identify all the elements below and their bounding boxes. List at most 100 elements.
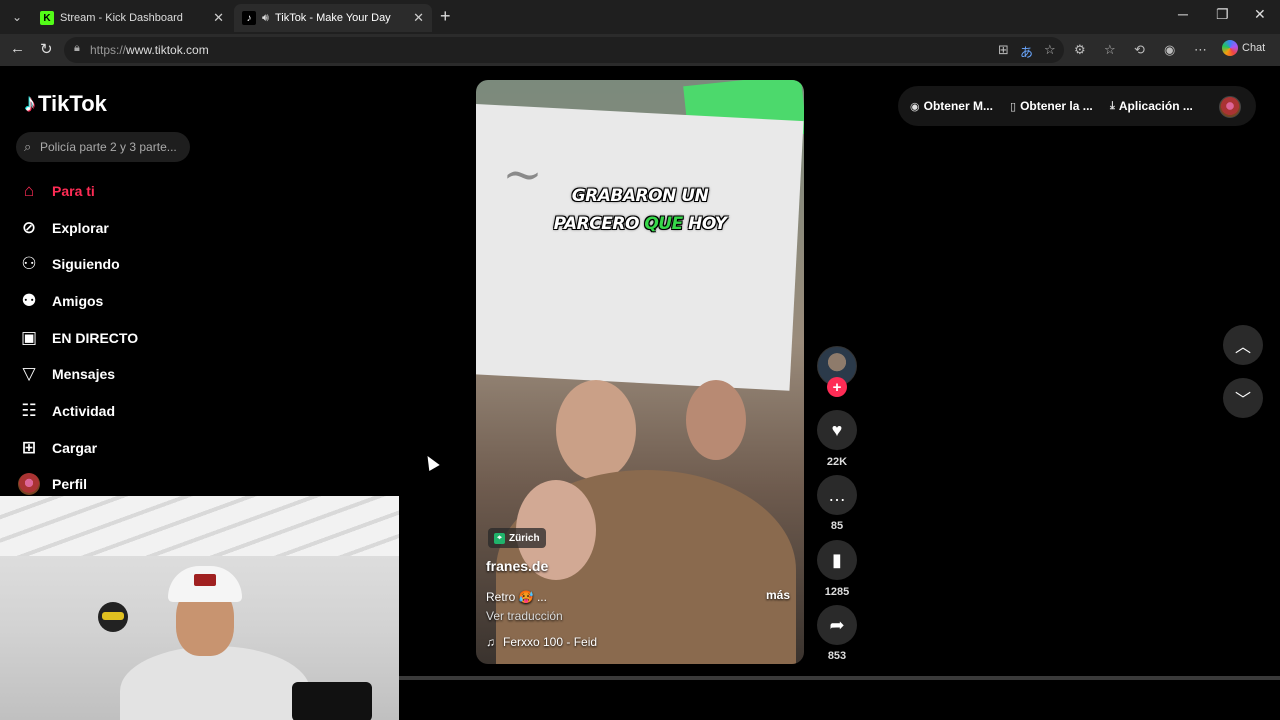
sidebar-item-label: Perfil <box>52 476 88 492</box>
following-icon: ⚇ <box>21 254 37 273</box>
sidebar-item-perfil[interactable]: Perfil <box>18 470 218 498</box>
more-options-icon[interactable]: ⋯ <box>1194 42 1207 58</box>
translate-icon[interactable]: あ <box>1020 42 1033 61</box>
url-text: https://www.tiktok.com <box>90 43 209 57</box>
location-badge[interactable]: ⌖ Zürich <box>488 528 546 548</box>
tab-kick-dashboard[interactable]: K Stream - Kick Dashboard ✕ <box>32 4 232 32</box>
sidebar-item-para-ti[interactable]: ⌂ Para ti <box>18 177 218 205</box>
friends-icon: ⚉ <box>21 291 37 310</box>
caption-line-1: GRABARON UN <box>571 186 709 206</box>
tab-tiktok[interactable]: ♪ 🔊︎ TikTok - Make Your Day ✕ <box>234 4 432 32</box>
like-button[interactable]: ♥ <box>817 410 857 450</box>
get-coins-button[interactable]: ◉ Obtener M... <box>910 99 993 113</box>
sidebar-item-label: Amigos <box>52 293 104 309</box>
webcam-person-cap <box>168 566 242 602</box>
compass-icon: ⊘ <box>21 218 37 237</box>
sidebar-item-cargar[interactable]: ⊞ Cargar <box>18 434 218 462</box>
copilot-icon <box>1222 40 1238 56</box>
video-player[interactable]: ~ GRABARON UN PARCERO QUE HOY ⌖ Zürich f… <box>476 80 804 664</box>
sidebar-item-label: Actividad <box>52 403 116 419</box>
cap-logo <box>194 574 216 586</box>
sidebar-item-label: Siguiendo <box>52 256 120 272</box>
window-close-icon[interactable]: ✕ <box>1254 6 1266 23</box>
reload-icon[interactable]: ↻ <box>40 40 53 58</box>
sidebar-item-label: Para ti <box>52 183 95 199</box>
minimize-icon[interactable]: ─ <box>1178 6 1188 22</box>
music-title: Ferxxo 100 - Feid <box>503 635 598 649</box>
location-pin-icon: ⌖ <box>494 532 505 544</box>
video-bg-face <box>686 380 746 460</box>
tiktok-logo[interactable]: ♪ TikTok <box>24 90 107 118</box>
video-description: Retro 🥵 ... <box>486 590 547 604</box>
close-tab-icon[interactable]: ✕ <box>213 10 224 26</box>
next-video-button[interactable]: ﹀ <box>1223 378 1263 418</box>
share-button[interactable]: ➦ <box>817 605 857 645</box>
search-box[interactable]: ⌕ <box>16 132 190 162</box>
translate-link[interactable]: Ver traducción <box>486 609 563 623</box>
kick-icon: K <box>40 11 54 25</box>
speaker-icon[interactable]: 🔊︎ <box>262 12 269 25</box>
tiktok-icon: ♪ <box>242 11 256 25</box>
sidebar-item-actividad[interactable]: ☷ Actividad <box>18 397 218 425</box>
upload-icon: ⊞ <box>21 438 37 457</box>
tiktok-note-icon: ♪ <box>24 90 36 117</box>
top-right-actions: ◉ Obtener M... ▯ Obtener la ... ⤓ Aplica… <box>898 86 1256 126</box>
close-tab-icon[interactable]: ✕ <box>413 10 424 26</box>
comment-icon: … <box>828 484 846 505</box>
copilot-chat-button[interactable]: Chat <box>1222 40 1265 56</box>
favorite-star-icon[interactable]: ☆ <box>1044 42 1056 58</box>
video-bg-sign: ~ <box>476 104 804 391</box>
sidebar-item-label: Cargar <box>52 440 98 456</box>
desktop-app-button[interactable]: ⤓ Aplicación ... <box>1110 99 1193 113</box>
phone-icon: ▯ <box>1010 100 1017 113</box>
previous-video-button[interactable]: ︿ <box>1223 325 1263 365</box>
live-icon: ▣ <box>20 328 38 347</box>
location-label: Zürich <box>509 532 540 544</box>
sidebar-item-mensajes[interactable]: ▽ Mensajes <box>18 360 218 388</box>
address-bar[interactable]: 🔒︎ https://www.tiktok.com <box>64 37 1064 63</box>
sidebar-item-siguiendo[interactable]: ⚇ Siguiendo <box>18 250 218 278</box>
share-arrow-icon: ➦ <box>829 614 845 635</box>
follow-plus-icon[interactable]: + <box>827 377 847 397</box>
logo-text: TikTok <box>38 91 107 116</box>
caption-line-2: PARCERO QUE HOY <box>553 214 727 234</box>
profile-avatar <box>18 473 40 495</box>
sidebar-item-label: Mensajes <box>52 366 116 382</box>
search-input[interactable] <box>40 137 184 157</box>
webcam-ceiling <box>0 496 399 556</box>
browser-toolbar: ← ↻ 🔒︎ https://www.tiktok.com ⊞ あ ☆ ⚙ ☆ … <box>0 34 1280 66</box>
tab-actions-menu-icon[interactable]: ⌄ <box>6 6 28 28</box>
save-count: 1285 <box>824 586 850 598</box>
sidebar-item-explorar[interactable]: ⊘ Explorar <box>18 214 218 242</box>
bookmark-icon: ▮ <box>832 549 842 570</box>
like-count: 22K <box>826 456 848 468</box>
webcam-person-body <box>120 646 310 720</box>
browser-tab-bar: ⌄ K Stream - Kick Dashboard ✕ ♪ 🔊︎ TikTo… <box>0 0 1280 34</box>
activity-icon: ☷ <box>21 401 37 420</box>
get-app-button[interactable]: ▯ Obtener la ... <box>1010 99 1093 113</box>
restore-icon[interactable]: ❐ <box>1216 6 1229 23</box>
music-link[interactable]: ♫ Ferxxo 100 - Feid <box>486 635 597 649</box>
video-bg-face <box>556 380 636 480</box>
new-tab-plus-icon[interactable]: + <box>440 6 451 27</box>
favorites-icon[interactable]: ☆ <box>1104 42 1116 58</box>
comment-button[interactable]: … <box>817 475 857 515</box>
history-icon[interactable]: ⟲ <box>1134 42 1145 58</box>
get-app-label: Obtener la ... <box>1020 99 1093 113</box>
profile-icon[interactable]: ◉ <box>1164 42 1175 58</box>
desktop-app-label: Aplicación ... <box>1118 99 1193 113</box>
more-button[interactable]: más <box>766 588 790 602</box>
share-count: 853 <box>827 650 847 662</box>
sidebar-item-label: Explorar <box>52 220 109 236</box>
sidebar-item-en-directo[interactable]: ▣ EN DIRECTO <box>18 324 218 352</box>
app-available-icon[interactable]: ⊞ <box>998 42 1009 58</box>
video-caption-overlay: GRABARON UN PARCERO QUE HOY <box>476 182 804 238</box>
save-button[interactable]: ▮ <box>817 540 857 580</box>
tab-title: TikTok - Make Your Day <box>274 12 391 24</box>
lock-icon: 🔒︎ <box>74 42 80 54</box>
video-author[interactable]: franes.de <box>486 558 548 574</box>
extensions-icon[interactable]: ⚙ <box>1074 42 1086 58</box>
user-avatar[interactable] <box>1219 96 1241 118</box>
back-arrow-icon[interactable]: ← <box>10 40 25 57</box>
sidebar-item-amigos[interactable]: ⚉ Amigos <box>18 287 218 315</box>
